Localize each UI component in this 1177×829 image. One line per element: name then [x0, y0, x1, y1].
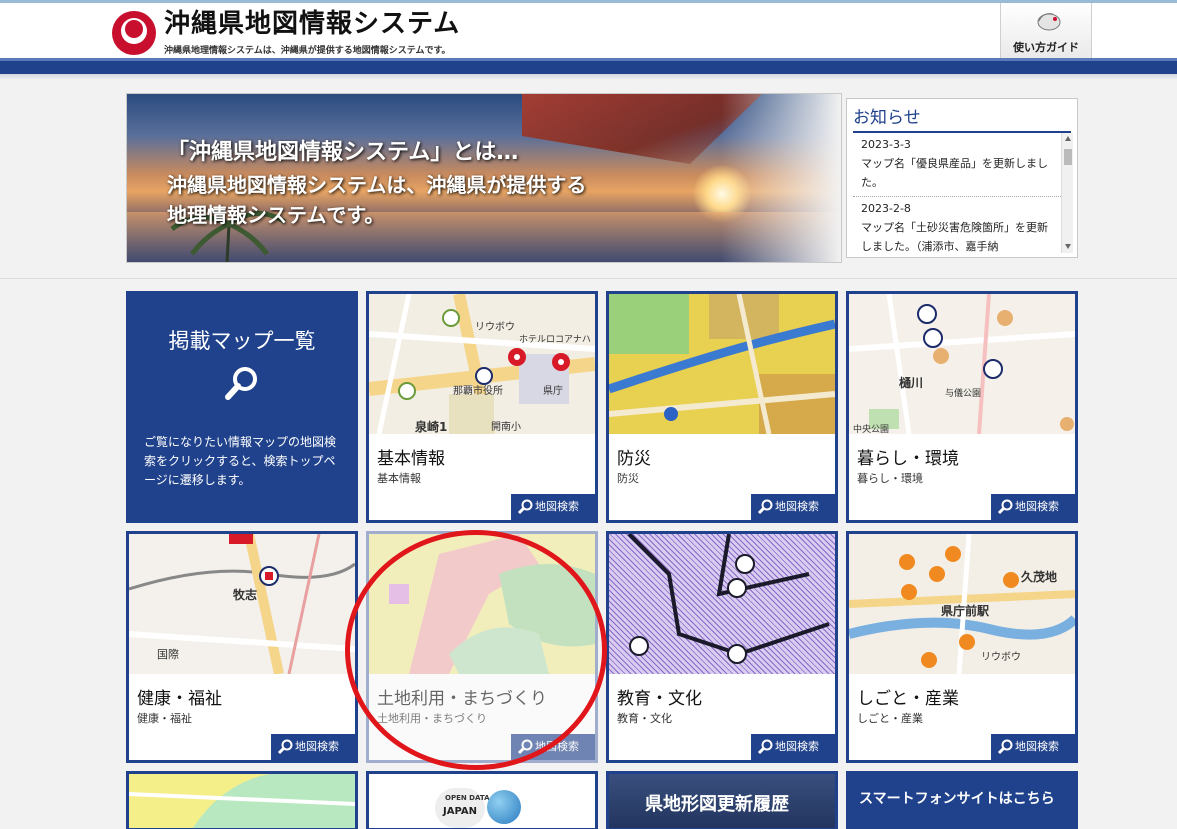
- search-icon: [757, 499, 773, 515]
- notice-text[interactable]: マップ名「優良県産品」を更新しました。: [861, 154, 1055, 192]
- smartphone-site-label: スマートフォンサイトはこちら: [859, 791, 1055, 807]
- notice-title: お知らせ: [853, 103, 1071, 133]
- banner-text-1: 沖縄県地図情報システムは、沖縄県が提供する: [167, 173, 587, 197]
- search-icon: [277, 739, 293, 755]
- header-bar: [0, 58, 1177, 74]
- search-label: 地図検索: [295, 740, 339, 753]
- search-icon: [225, 367, 257, 400]
- map-search-button[interactable]: 地図検索: [991, 494, 1075, 520]
- scroll-up-icon[interactable]: [1065, 136, 1071, 141]
- map-card-partial[interactable]: [126, 771, 358, 829]
- map-label: 県庁前駅: [941, 604, 990, 618]
- category-card-disaster[interactable]: 防災 防災 地図検索: [606, 291, 838, 523]
- search-icon: [757, 739, 773, 755]
- prefectural-map-history-card[interactable]: 県地形図更新履歴: [606, 771, 838, 829]
- notice-text[interactable]: マップ名「土砂災害危険箇所」を更新しました。（浦添市、嘉手納: [861, 218, 1055, 253]
- search-label: 地図検索: [535, 500, 579, 513]
- map-thumbnail: [129, 774, 355, 828]
- category-card-education[interactable]: 教育・文化 教育・文化 地図検索: [606, 531, 838, 763]
- search-label: 地図検索: [1015, 500, 1059, 513]
- category-title: 基本情報: [377, 449, 445, 469]
- map-label: 泉崎1: [415, 420, 448, 434]
- map-label: 与儀公園: [945, 389, 982, 399]
- smartphone-site-card[interactable]: スマートフォンサイトはこちら: [846, 771, 1078, 829]
- map-thumbnail: 久茂地 県庁前駅 リウボウ: [849, 534, 1075, 674]
- notice-date: 2023-3-3: [861, 138, 911, 151]
- map-thumbnail: リウボウ ホテルロコアナハ 那覇市役所 県庁 泉崎1 開南小: [369, 294, 595, 434]
- map-thumbnail: [609, 534, 835, 674]
- map-label: 那覇市役所: [453, 386, 503, 397]
- category-title: 健康・福祉: [137, 689, 222, 709]
- map-thumbnail: [609, 294, 835, 434]
- opendata-text-2: JAPAN: [443, 806, 477, 817]
- notice-date: 2023-2-8: [861, 202, 911, 215]
- map-label: 樋川: [899, 376, 924, 390]
- map-search-button[interactable]: 地図検索: [271, 734, 355, 760]
- guide-button[interactable]: 使い方ガイド: [1000, 3, 1092, 61]
- notice-panel: お知らせ 2023-3-3 マップ名「優良県産品」を更新しました。 2023-2…: [846, 98, 1078, 258]
- map-label: ホテルロコアナハ: [519, 335, 591, 345]
- scroll-down-icon[interactable]: [1065, 244, 1071, 249]
- search-icon: [517, 499, 533, 515]
- guide-label: 使い方ガイド: [1013, 41, 1079, 54]
- category-title: 防災: [617, 449, 651, 469]
- map-search-button[interactable]: 地図検索: [511, 494, 595, 520]
- map-list-description: ご覧になりたい情報マップの地図検索をクリックすると、検索トップページに遷移します…: [144, 435, 337, 487]
- globe-icon: [487, 790, 521, 824]
- map-thumbnail: 樋川 与儀公園 中央公園: [849, 294, 1075, 434]
- site-subtitle: 沖縄県地理情報システムは、沖縄県が提供する地図情報システムです。: [164, 46, 451, 56]
- category-card-basic[interactable]: リウボウ ホテルロコアナハ 那覇市役所 県庁 泉崎1 開南小 基本情報 基本情報…: [366, 291, 598, 523]
- search-icon: [997, 739, 1013, 755]
- highlight-circle: [345, 530, 607, 770]
- map-label: リウボウ: [981, 652, 1021, 663]
- prefectural-map-history-label: 県地形図更新履歴: [645, 794, 789, 815]
- banner-text-2: 地理情報システムです。: [167, 203, 385, 227]
- mouse-icon: [1037, 13, 1061, 31]
- category-subtitle: しごと・産業: [857, 712, 923, 725]
- header-shadow: [0, 74, 1177, 80]
- category-title: 暮らし・環境: [857, 449, 959, 469]
- map-label: 国際: [157, 648, 179, 661]
- map-search-button[interactable]: 地図検索: [991, 734, 1075, 760]
- category-title: しごと・産業: [857, 689, 959, 709]
- search-label: 地図検索: [775, 740, 819, 753]
- map-list-title: 掲載マップ一覧: [168, 329, 316, 353]
- category-subtitle: 教育・文化: [617, 712, 672, 725]
- opendata-text-1: OPEN DATA: [445, 794, 490, 802]
- category-subtitle: 暮らし・環境: [857, 472, 923, 485]
- map-thumbnail: 牧志 国際: [129, 534, 355, 674]
- category-title: 教育・文化: [617, 689, 702, 709]
- map-label: リウボウ: [475, 322, 515, 333]
- search-label: 地図検索: [775, 500, 819, 513]
- notice-list[interactable]: 2023-3-3 マップ名「優良県産品」を更新しました。 2023-2-8 マッ…: [853, 133, 1061, 253]
- search-icon: [997, 499, 1013, 515]
- category-subtitle: 基本情報: [377, 472, 421, 485]
- banner-fade: [721, 94, 841, 262]
- map-search-button[interactable]: 地図検索: [751, 734, 835, 760]
- notice-item: 2023-2-8 マップ名「土砂災害危険箇所」を更新しました。（浦添市、嘉手納: [853, 197, 1061, 253]
- category-card-work[interactable]: 久茂地 県庁前駅 リウボウ しごと・産業 しごと・産業 地図検索: [846, 531, 1078, 763]
- map-label: 久茂地: [1021, 570, 1058, 584]
- category-subtitle: 防災: [617, 472, 639, 485]
- notice-scrollbar[interactable]: [1061, 133, 1073, 253]
- map-label: 牧志: [233, 588, 258, 602]
- category-card-health[interactable]: 牧志 国際 健康・福祉 健康・福祉 地図検索: [126, 531, 358, 763]
- scroll-thumb[interactable]: [1064, 149, 1072, 165]
- divider: [0, 278, 1177, 279]
- okinawa-logo-icon[interactable]: [110, 9, 158, 57]
- map-search-button[interactable]: 地図検索: [751, 494, 835, 520]
- category-card-life[interactable]: 樋川 与儀公園 中央公園 暮らし・環境 暮らし・環境 地図検索: [846, 291, 1078, 523]
- site-title[interactable]: 沖縄県地図情報システム: [164, 9, 460, 39]
- map-list-card[interactable]: 掲載マップ一覧 ご覧になりたい情報マップの地図検索をクリックすると、検索トップペ…: [126, 291, 358, 523]
- hero-banner: 「沖縄県地図情報システム」とは… 沖縄県地図情報システムは、沖縄県が提供する 地…: [126, 93, 842, 263]
- opendata-card[interactable]: OPEN DATA JAPAN: [366, 771, 598, 829]
- map-label: 開南小: [491, 422, 521, 433]
- banner-heading: 「沖縄県地図情報システム」とは…: [167, 140, 519, 165]
- site-header: 沖縄県地図情報システム 沖縄県地理情報システムは、沖縄県が提供する地図情報システ…: [0, 0, 1177, 61]
- map-label: 県庁: [543, 386, 563, 397]
- search-label: 地図検索: [1015, 740, 1059, 753]
- map-label: 中央公園: [853, 425, 890, 434]
- category-subtitle: 健康・福祉: [137, 712, 192, 725]
- notice-item: 2023-3-3 マップ名「優良県産品」を更新しました。: [853, 133, 1061, 197]
